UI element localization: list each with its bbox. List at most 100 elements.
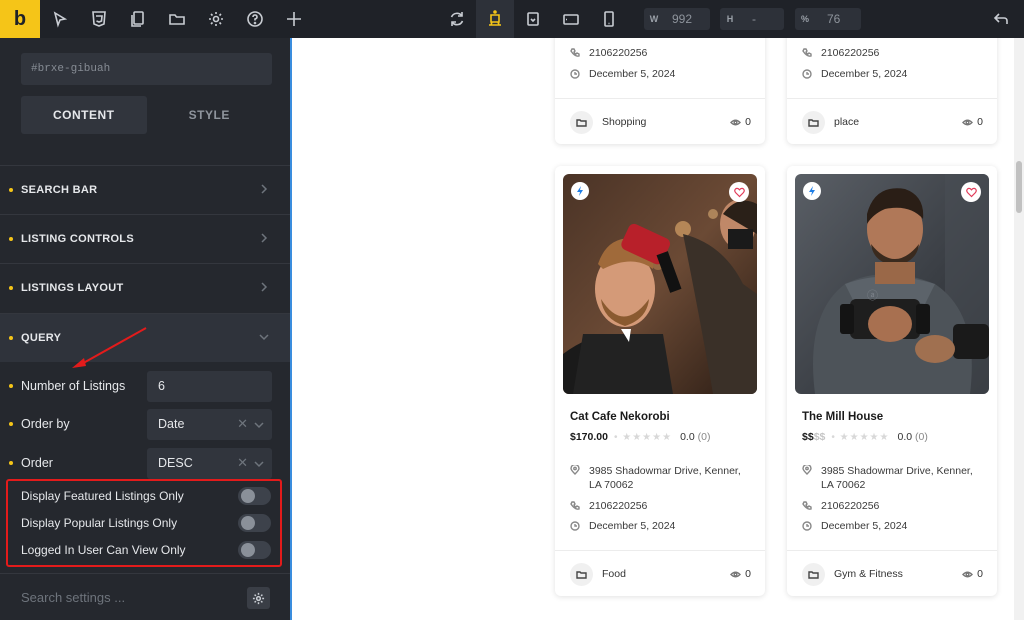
card-footer: Gym & Fitness 0 (787, 550, 997, 596)
search-settings-gear-icon[interactable] (247, 587, 270, 609)
scrollbar-thumb[interactable] (1016, 161, 1022, 213)
width-value[interactable]: 992 (664, 12, 700, 26)
views-count: 0 (962, 116, 983, 128)
views-value: 0 (745, 568, 751, 580)
listing-photo[interactable]: ⓐ (795, 174, 989, 394)
zoom-field[interactable]: % 76 (795, 8, 861, 30)
tablet-landscape-icon[interactable] (514, 0, 552, 38)
clock-icon (570, 69, 580, 79)
listing-card[interactable]: 2106220256 December 5, 2024 place 0 (787, 38, 997, 144)
views-count: 0 (962, 568, 983, 580)
undo-arrow-icon[interactable] (981, 0, 1020, 38)
listing-card[interactable]: ⓐ The Mill House $$$$ • ★★★★★ 0.0 (0) 39… (787, 166, 997, 596)
help-icon[interactable] (235, 0, 274, 38)
price-rating-row: $$$$ • ★★★★★ 0.0 (0) (802, 431, 928, 443)
phone-text: 2106220256 (589, 47, 648, 59)
phone-row: 2106220256 (802, 47, 879, 59)
phone-text: 2106220256 (821, 47, 880, 59)
eye-icon (730, 571, 742, 577)
section-search-bar[interactable]: SEARCH BAR (0, 165, 290, 214)
listing-title[interactable]: Cat Cafe Nekorobi (570, 411, 670, 423)
favorite-heart-icon[interactable] (729, 182, 749, 202)
switch-knob (241, 516, 255, 530)
pages-icon[interactable] (118, 0, 157, 38)
switch-knob (241, 489, 255, 503)
order-by-select[interactable]: Date ✕ (147, 408, 272, 440)
rating-value: 0.0 (0) (680, 431, 710, 443)
listing-card[interactable]: Cat Cafe Nekorobi $170.00 • ★★★★★ 0.0 (0… (555, 166, 765, 596)
listing-card[interactable]: 2106220256 December 5, 2024 Shopping 0 (555, 38, 765, 144)
css3-icon[interactable] (79, 0, 118, 38)
width-field[interactable]: W 992 (644, 8, 710, 30)
folder-icon (802, 563, 825, 586)
popular-only-switch[interactable] (238, 514, 271, 532)
chevron-down-icon[interactable] (254, 420, 264, 430)
order-select[interactable]: DESC ✕ (147, 447, 272, 479)
phone-icon (570, 501, 580, 510)
views-value: 0 (977, 116, 983, 128)
category-label[interactable]: Food (602, 568, 626, 580)
folder-icon (570, 111, 593, 134)
zoom-value[interactable]: 76 (815, 12, 848, 26)
height-field[interactable]: H - (720, 8, 784, 30)
logged-in-only-switch[interactable] (238, 541, 271, 559)
location-pin-icon (570, 465, 580, 475)
width-label: W (649, 14, 659, 24)
toggle-label: Display Featured Listings Only (21, 489, 184, 503)
section-label: LISTINGS LAYOUT (21, 282, 124, 294)
section-listing-controls[interactable]: LISTING CONTROLS (0, 214, 290, 263)
rating-number: 0.0 (897, 431, 913, 443)
category-label[interactable]: Gym & Fitness (834, 568, 903, 580)
settings-gear-icon[interactable] (196, 0, 235, 38)
chevron-down-icon[interactable] (254, 459, 264, 469)
views-count: 0 (730, 116, 751, 128)
category-label[interactable]: place (834, 116, 859, 128)
category-label[interactable]: Shopping (602, 116, 646, 128)
price-value: $$ (802, 431, 814, 443)
favorite-heart-icon[interactable] (961, 182, 981, 202)
clear-x-icon[interactable]: ✕ (237, 455, 248, 471)
settings-search[interactable]: Search settings ... (0, 573, 290, 620)
section-listings-layout[interactable]: LISTINGS LAYOUT (0, 263, 290, 312)
tab-content[interactable]: CONTENT (21, 96, 147, 134)
clear-x-icon[interactable]: ✕ (237, 416, 248, 432)
mobile-icon[interactable] (590, 0, 628, 38)
canvas-scrollbar[interactable] (1014, 38, 1024, 620)
phone-icon (570, 48, 580, 57)
tab-style[interactable]: STYLE (147, 96, 273, 134)
bricks-logo[interactable]: b (0, 0, 40, 38)
listing-title[interactable]: The Mill House (802, 411, 883, 423)
toggle-logged-in-only: Logged In User Can View Only (0, 538, 290, 562)
folder-icon[interactable] (157, 0, 196, 38)
featured-only-switch[interactable] (238, 487, 271, 505)
listing-photo[interactable] (563, 174, 757, 394)
card-footer: place 0 (787, 98, 997, 144)
price-rating-row: $170.00 • ★★★★★ 0.0 (0) (570, 431, 710, 443)
desktop-breakpoint-icon[interactable] (476, 0, 514, 38)
date-text: December 5, 2024 (821, 68, 908, 80)
refresh-icon[interactable] (438, 0, 476, 38)
order-value: DESC (158, 456, 193, 470)
phone-text: 2106220256 (589, 500, 648, 512)
add-plus-icon[interactable] (274, 0, 313, 38)
date-text: December 5, 2024 (821, 520, 908, 532)
settings-search-placeholder[interactable]: Search settings ... (21, 590, 125, 605)
select-pointer-icon[interactable] (40, 0, 79, 38)
panel-tabs: CONTENT STYLE (21, 96, 272, 134)
height-value[interactable]: - (740, 12, 764, 26)
accent-dot (9, 286, 13, 290)
address-text: 3985 Shadowmar Drive, Kenner, LA 70062 (589, 465, 741, 491)
phone-row: 2106220256 (570, 500, 647, 512)
number-of-listings-label: Number of Listings (21, 379, 126, 393)
control-order: Order DESC ✕ (0, 447, 290, 479)
tablet-icon[interactable] (552, 0, 590, 38)
location-pin-icon (802, 465, 812, 475)
eye-icon (730, 119, 742, 125)
settings-sidebar: #brxe-gibuah CONTENT STYLE SEARCH BAR LI… (0, 38, 292, 620)
section-label: QUERY (21, 332, 62, 344)
price-value: $170.00 (570, 431, 608, 443)
eye-icon (962, 119, 974, 125)
element-id-field[interactable]: #brxe-gibuah (21, 53, 272, 85)
number-of-listings-input[interactable]: 6 (147, 370, 272, 402)
date-text: December 5, 2024 (589, 520, 676, 532)
